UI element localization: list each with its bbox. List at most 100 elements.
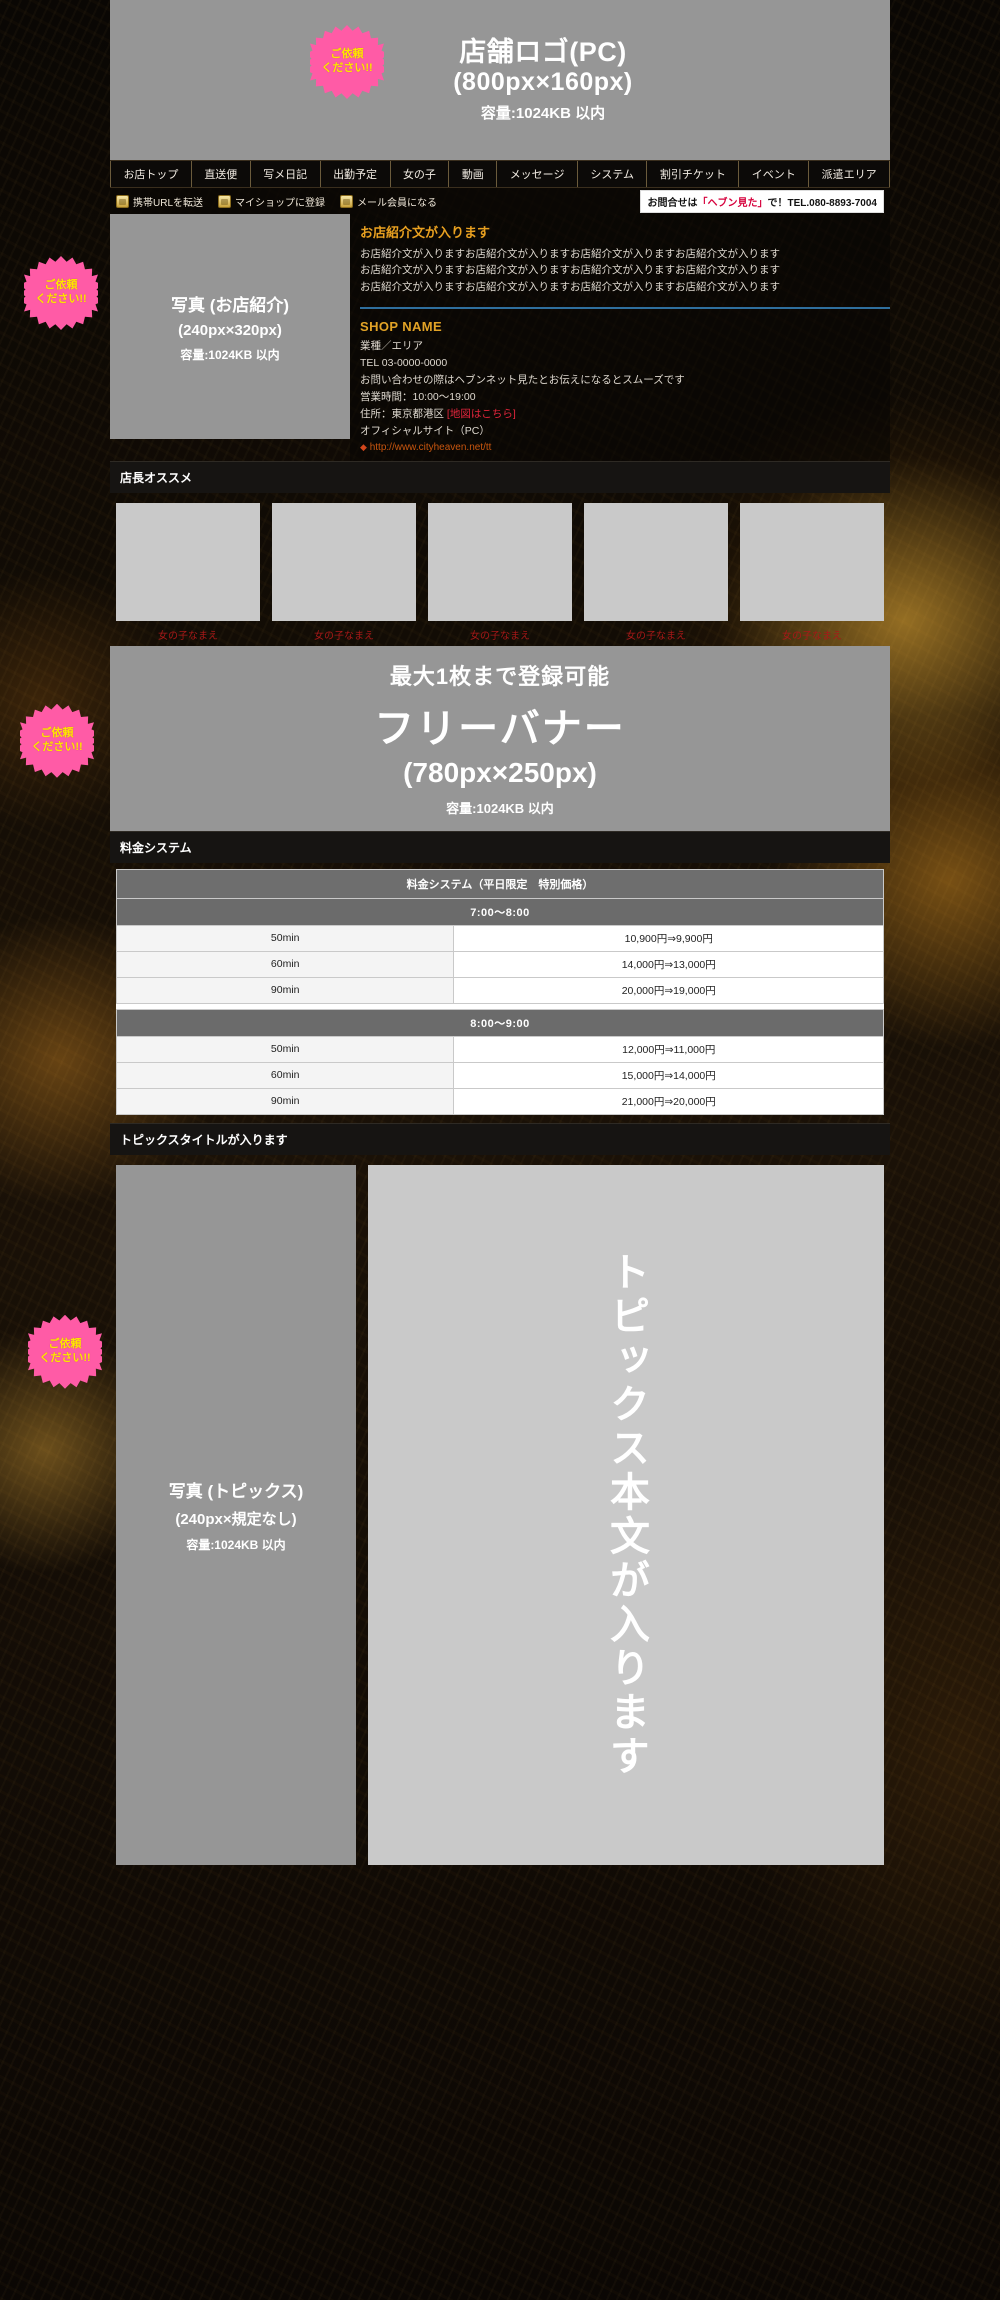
topics-body-text: トピックス本文が入ります — [604, 1250, 648, 1779]
contact-suffix: で！TEL.080-8893-7004 — [767, 197, 877, 209]
price-table: 料金システム（平日限定 特別価格） 7:00～8:00 50min 10,900… — [115, 868, 884, 1115]
logo-capacity: 容量:1024KB 以内 — [480, 104, 606, 122]
price-row: 50min 10,900円⇒9,900円 — [115, 924, 884, 952]
nav-item-event[interactable]: イベント — [739, 161, 810, 187]
utility-bar: 携帯URLを転送 マイショップに登録 メール会員になる お問合せは「ヘブン見た」… — [110, 188, 890, 214]
girl-photo-placeholder — [428, 502, 572, 621]
price-table-wrapper: 料金システム（平日限定 特別価格） 7:00～8:00 50min 10,900… — [110, 863, 890, 1123]
shop-hours: 営業時間：10:00～19:00 — [360, 390, 476, 403]
shop-official-url-row[interactable]: ◆ http://www.cityheaven.net/tt — [360, 442, 890, 453]
price-value: 12,000円⇒11,000円 — [453, 1035, 884, 1063]
nav-item-coupon[interactable]: 割引チケット — [647, 161, 740, 187]
request-badge-logo: ご依頼 ください!! — [310, 25, 384, 99]
request-badge-line1: ご依頼 — [44, 279, 78, 292]
nav-item-system[interactable]: システム — [578, 161, 648, 187]
girl-photo-placeholder — [272, 502, 416, 621]
divider — [360, 306, 890, 309]
price-duration: 50min — [115, 924, 455, 952]
photo-size: (240px×320px) — [178, 321, 282, 339]
price-table-title: 料金システム（平日限定 特別価格） — [116, 868, 884, 899]
diamond-bullet-icon: ◆ — [360, 441, 367, 452]
shop-name: SHOP NAME — [360, 318, 443, 334]
util-link-mobile-url[interactable]: 携帯URLを転送 — [116, 194, 203, 209]
price-group-time: 7:00～8:00 — [116, 897, 884, 926]
intro-body: お店紹介文が入りますお店紹介文が入りますお店紹介文が入りますお店紹介文が入ります… — [360, 246, 890, 295]
intro-paragraph: お店紹介文が入りますお店紹介文が入りますお店紹介文が入りますお店紹介文が入ります — [360, 280, 780, 293]
banner-limit-text: 最大1枚まで登録可能 — [389, 664, 611, 690]
shop-photo-placeholder: ご依頼 ください!! 写真 (お店紹介) (240px×320px) 容量:10… — [24, 214, 350, 439]
price-duration: 60min — [115, 950, 455, 978]
price-duration: 60min — [115, 1061, 455, 1089]
price-value: 20,000円⇒19,000円 — [453, 976, 884, 1004]
nav-item-direct[interactable]: 直送便 — [192, 161, 251, 187]
contact-highlight: 「ヘブン見た」 — [697, 197, 768, 209]
banner-capacity: 容量:1024KB 以内 — [446, 801, 554, 817]
price-group-time-row: 8:00～9:00 — [116, 1008, 884, 1037]
price-row: 60min 14,000円⇒13,000円 — [115, 950, 884, 978]
girl-name: 女の子なまえ — [782, 630, 842, 642]
price-value: 10,900円⇒9,900円 — [453, 924, 884, 952]
girl-card[interactable]: 女の子なまえ — [584, 502, 728, 642]
price-duration: 50min — [115, 1035, 455, 1063]
intro-paragraph: お店紹介文が入りますお店紹介文が入りますお店紹介文が入りますお店紹介文が入ります — [360, 264, 780, 277]
contact-prefix: お問合せは — [647, 197, 698, 209]
price-group-time-row: 7:00～8:00 — [116, 897, 884, 926]
shop-tel: TEL 03-0000-0000 — [360, 356, 448, 369]
request-badge-photo: ご依頼 ください!! — [24, 256, 98, 330]
nav-item-girls[interactable]: 女の子 — [391, 161, 450, 187]
girl-photo-placeholder — [740, 502, 884, 621]
util-link-myshop-label: マイショップに登録 — [235, 197, 326, 209]
shop-official-label: オフィシャルサイト（PC） — [360, 424, 490, 437]
intro-section: ご依頼 ください!! 写真 (お店紹介) (240px×320px) 容量:10… — [24, 214, 890, 461]
nav-item-diary[interactable]: 写メ日記 — [251, 161, 321, 187]
contact-info: お問合せは「ヘブン見た」で！TEL.080-8893-7004 — [640, 189, 884, 213]
photo-title: 写真 (お店紹介) — [170, 295, 290, 315]
price-duration: 90min — [115, 976, 455, 1004]
topics-section: ご依頼 ください!! 写真 (トピックス) (240px×規定なし) 容量:10… — [28, 1155, 890, 1879]
request-badge-line1: ご依頼 — [330, 48, 364, 61]
price-group-time: 8:00～9:00 — [116, 1008, 884, 1037]
intro-heading: お店紹介文が入ります — [360, 225, 491, 240]
girl-card[interactable]: 女の子なまえ — [116, 502, 260, 642]
logo-size: (800px×160px) — [453, 68, 633, 97]
util-link-mobile-url-label: 携帯URLを転送 — [133, 197, 204, 209]
girl-name: 女の子なまえ — [470, 630, 530, 642]
map-link[interactable]: [地図はこちら] — [447, 408, 516, 420]
request-badge-line1: ご依頼 — [40, 727, 74, 740]
topics-photo-placeholder: ご依頼 ください!! 写真 (トピックス) (240px×規定なし) 容量:10… — [28, 1164, 356, 1865]
shop-logo-placeholder: ご依頼 ください!! 店舗ロゴ(PC) (800px×160px) 容量:102… — [110, 0, 890, 160]
nav-item-area[interactable]: 派遣エリア — [809, 161, 891, 187]
price-duration: 90min — [115, 1087, 455, 1115]
util-link-myshop[interactable]: マイショップに登録 — [218, 194, 325, 209]
page-background: ご依頼 ください!! 店舗ロゴ(PC) (800px×160px) 容量:102… — [0, 0, 1000, 2300]
util-link-mail-member[interactable]: メール会員になる — [340, 194, 437, 209]
price-heading: 料金システム — [110, 830, 890, 863]
request-badge-banner: ご依頼 ください!! — [20, 703, 94, 778]
nav-item-shop-top[interactable]: お店トップ — [110, 161, 192, 187]
request-badge-topics: ご依頼 ください!! — [28, 1314, 102, 1389]
request-badge-line2: ください!! — [39, 1351, 91, 1364]
banner-title: フリーバナー — [374, 707, 626, 752]
price-row: 90min 20,000円⇒19,000円 — [115, 976, 884, 1004]
request-badge-line1: ご依頼 — [48, 1338, 82, 1351]
nav-item-message[interactable]: メッセージ — [497, 161, 578, 187]
shop-address-label: 住所：東京都港区 — [360, 407, 444, 420]
girl-photo-placeholder — [584, 502, 728, 621]
girl-card[interactable]: 女の子なまえ — [740, 502, 884, 642]
girl-card[interactable]: 女の子なまえ — [272, 502, 416, 642]
intro-text-block: お店紹介文が入ります お店紹介文が入りますお店紹介文が入りますお店紹介文が入りま… — [350, 214, 890, 461]
shop-official-url[interactable]: http://www.cityheaven.net/tt — [370, 442, 492, 453]
nav-item-schedule[interactable]: 出勤予定 — [321, 161, 391, 187]
girl-card[interactable]: 女の子なまえ — [428, 502, 572, 642]
shop-category: 業種／エリア — [360, 339, 423, 352]
recommend-girls-list: 女の子なまえ 女の子なまえ 女の子なまえ 女の子なまえ 女の子なまえ — [110, 493, 890, 646]
request-badge-line2: ください!! — [321, 62, 373, 74]
main-navigation[interactable]: お店トップ 直送便 写メ日記 出勤予定 女の子 動画 メッセージ システム 割引… — [110, 160, 891, 188]
logo-title: 店舗ロゴ(PC) — [459, 37, 627, 68]
topics-photo-size: (240px×規定なし) — [175, 1510, 297, 1528]
topics-photo-capacity: 容量:1024KB 以内 — [186, 1537, 286, 1552]
free-banner-placeholder: ご依頼 ください!! 最大1枚まで登録可能 フリーバナー (780px×250p… — [20, 645, 890, 831]
crown-icon — [218, 194, 232, 208]
nav-item-movie[interactable]: 動画 — [449, 161, 498, 187]
price-value: 14,000円⇒13,000円 — [453, 950, 884, 978]
